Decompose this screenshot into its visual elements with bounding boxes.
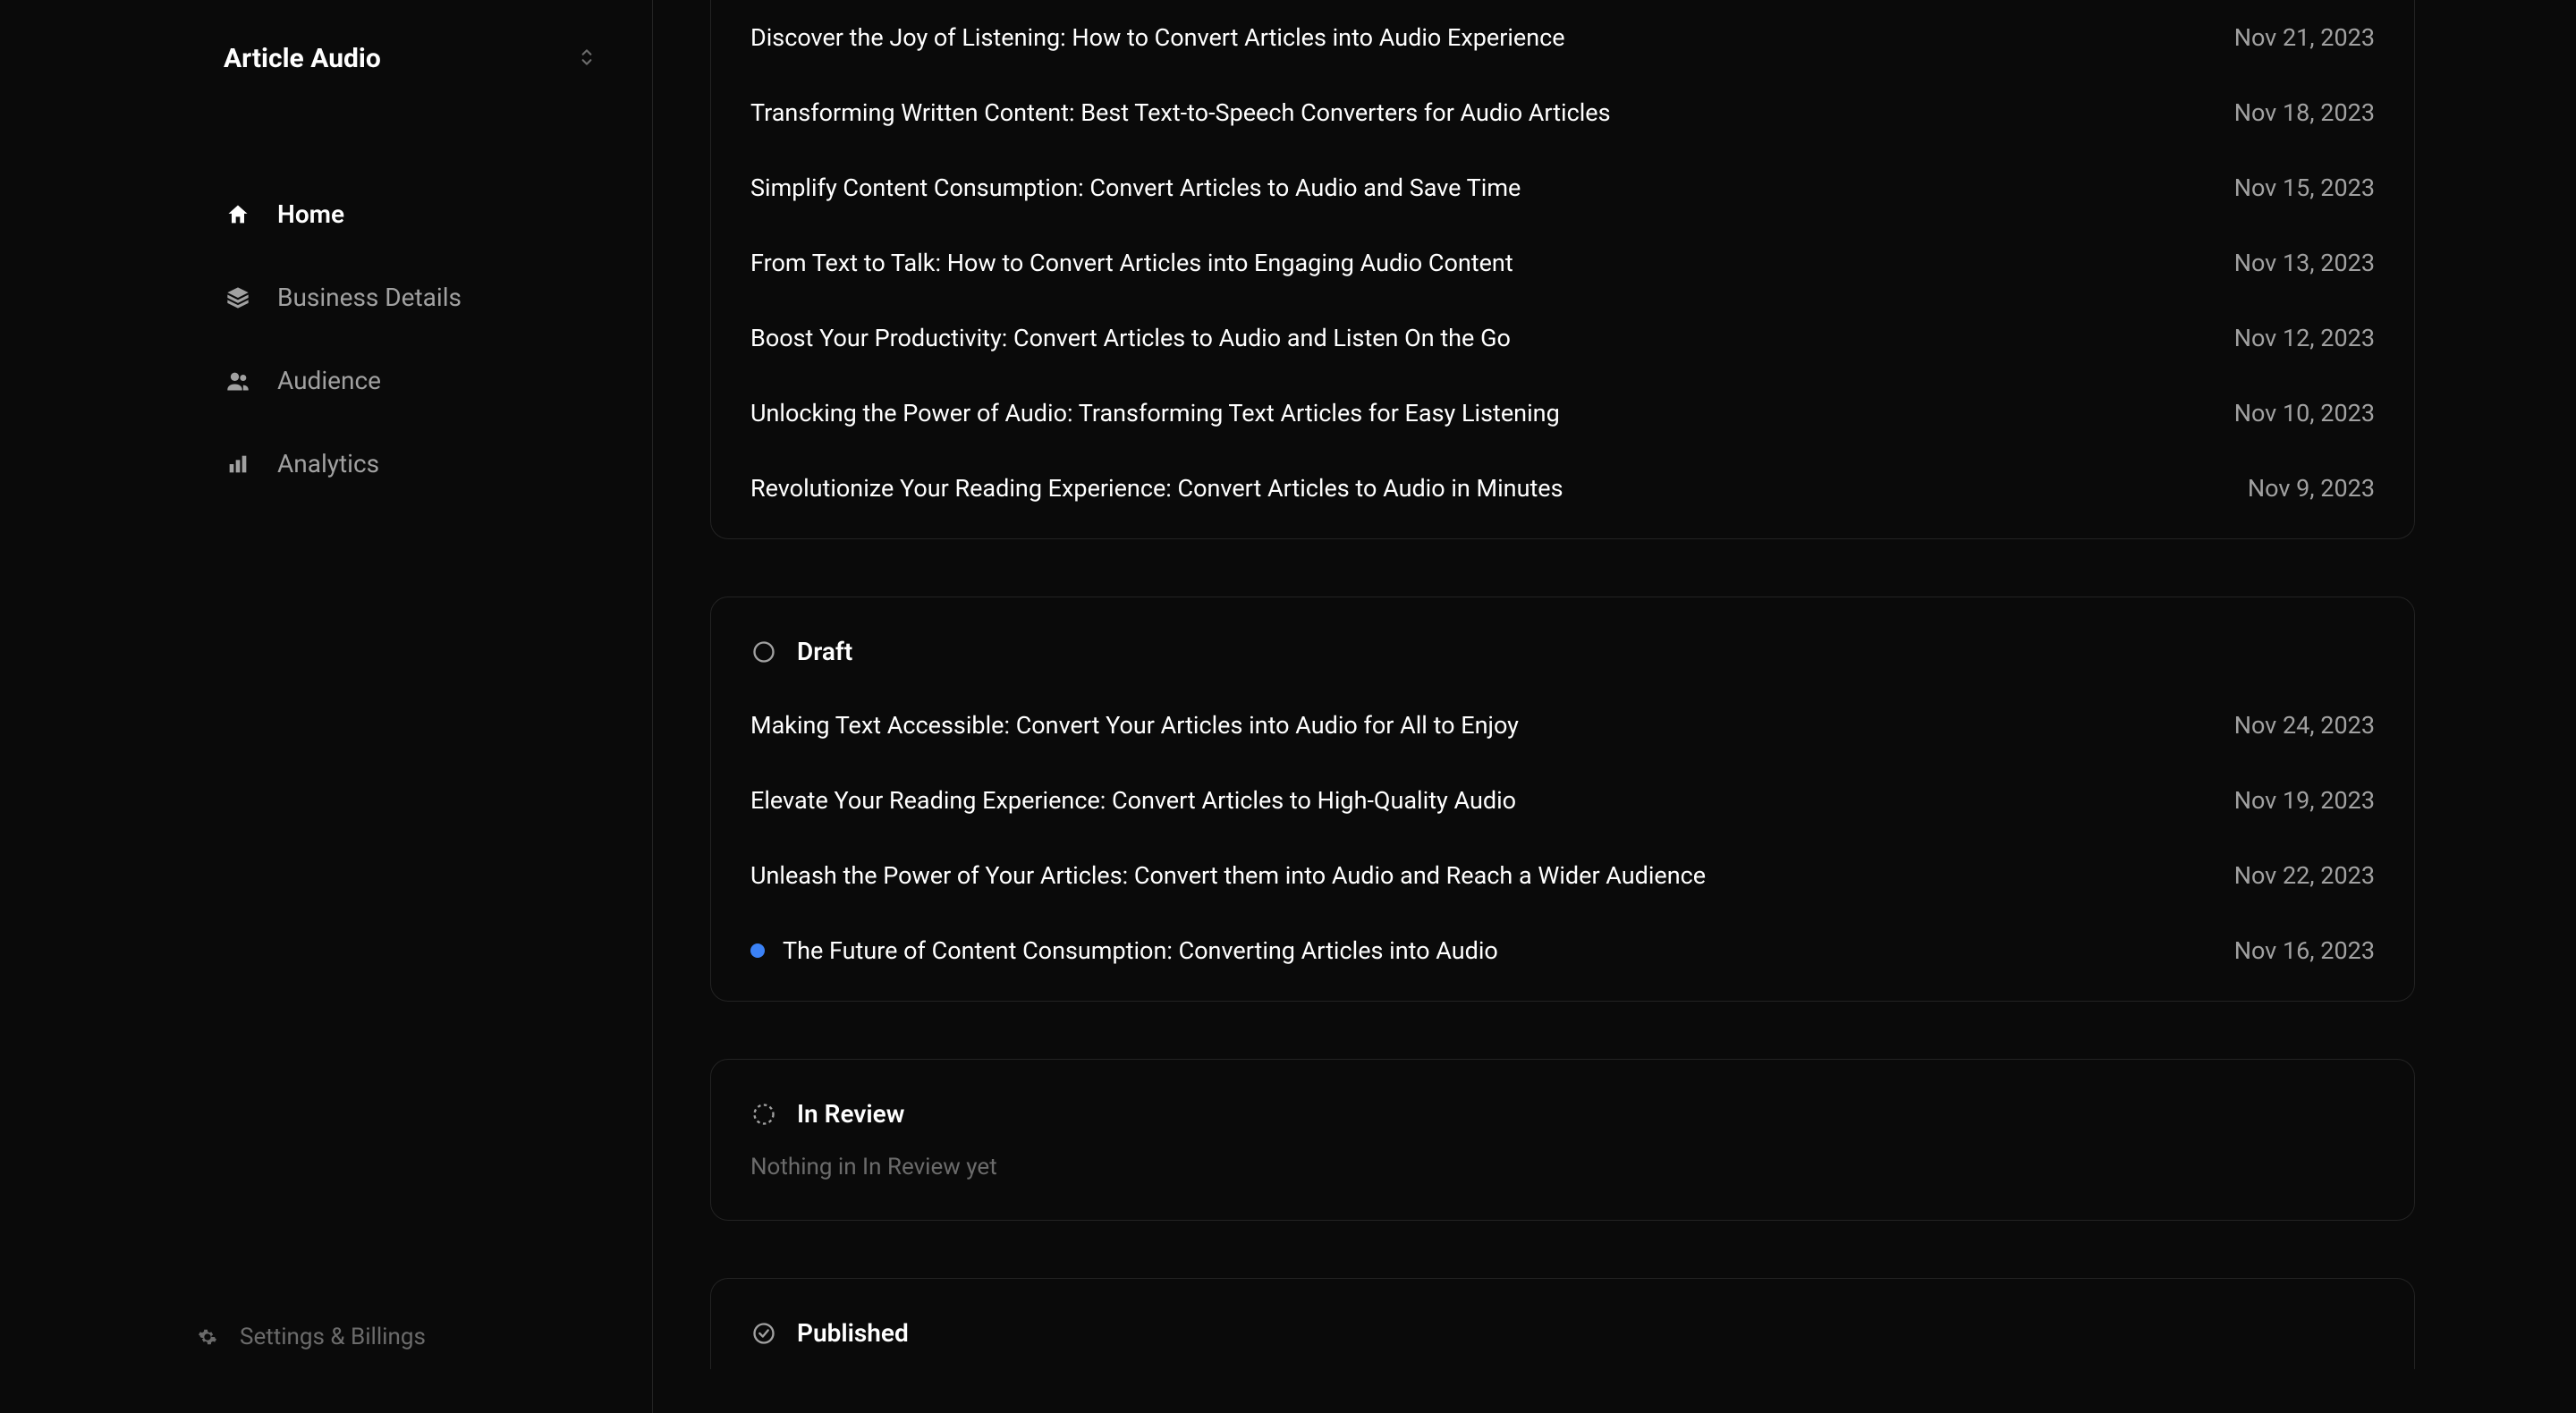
- article-date: Nov 13, 2023: [2234, 249, 2375, 277]
- main-content: Discover the Joy of Listening: How to Co…: [653, 0, 2576, 1413]
- sidebar-nav: Home Business Details Audience Analytics: [0, 173, 652, 1297]
- sort-icon[interactable]: [575, 46, 598, 72]
- article-title: The Future of Content Consumption: Conve…: [750, 936, 1498, 965]
- sidebar-item-analytics[interactable]: Analytics: [0, 422, 652, 505]
- article-date: Nov 10, 2023: [2234, 399, 2375, 427]
- list-item[interactable]: Unlocking the Power of Audio: Transformi…: [711, 376, 2414, 451]
- sidebar-item-business-details[interactable]: Business Details: [0, 256, 652, 339]
- home-icon: [224, 200, 252, 229]
- article-title: Unlocking the Power of Audio: Transformi…: [750, 399, 1560, 427]
- article-title: Simplify Content Consumption: Convert Ar…: [750, 173, 1521, 202]
- app-root: Article Audio Home Business Details: [0, 0, 2576, 1413]
- list-item[interactable]: Elevate Your Reading Experience: Convert…: [711, 763, 2414, 838]
- article-title: Boost Your Productivity: Convert Article…: [750, 324, 1511, 352]
- dashed-circle-icon: [750, 1101, 777, 1128]
- article-title: Transforming Written Content: Best Text-…: [750, 98, 1611, 127]
- article-date: Nov 12, 2023: [2234, 324, 2375, 352]
- in-review-section-header: In Review: [711, 1060, 2414, 1150]
- settings-billings-link[interactable]: Settings & Billings: [0, 1297, 652, 1377]
- status-dot-icon: [750, 943, 765, 958]
- in-review-empty-text: Nothing in In Review yet: [711, 1150, 2414, 1220]
- section-title: In Review: [797, 1099, 904, 1129]
- app-title: Article Audio: [224, 43, 381, 74]
- published-section: Published: [710, 1278, 2415, 1369]
- article-date: Nov 18, 2023: [2234, 98, 2375, 127]
- article-title: Elevate Your Reading Experience: Convert…: [750, 786, 1516, 815]
- sidebar: Article Audio Home Business Details: [0, 0, 653, 1413]
- sidebar-item-label: Analytics: [277, 449, 379, 478]
- list-item[interactable]: Boost Your Productivity: Convert Article…: [711, 300, 2414, 376]
- list-item[interactable]: Simplify Content Consumption: Convert Ar…: [711, 150, 2414, 225]
- circle-icon: [750, 639, 777, 665]
- list-item[interactable]: The Future of Content Consumption: Conve…: [711, 913, 2414, 1001]
- layers-icon: [224, 283, 252, 312]
- draft-section-header: Draft: [711, 597, 2414, 688]
- sidebar-item-label: Business Details: [277, 283, 462, 312]
- list-item[interactable]: Making Text Accessible: Convert Your Art…: [711, 688, 2414, 763]
- article-date: Nov 9, 2023: [2248, 474, 2375, 503]
- published-section-header: Published: [711, 1279, 2414, 1369]
- users-icon: [224, 367, 252, 395]
- article-title: Unleash the Power of Your Articles: Conv…: [750, 861, 1706, 890]
- settings-billings-label: Settings & Billings: [240, 1324, 426, 1350]
- sidebar-header: Article Audio: [0, 43, 652, 74]
- sidebar-item-label: Home: [277, 199, 344, 229]
- list-item[interactable]: Discover the Joy of Listening: How to Co…: [711, 0, 2414, 75]
- check-circle-icon: [750, 1320, 777, 1347]
- article-list-section: Discover the Joy of Listening: How to Co…: [710, 0, 2415, 539]
- article-date: Nov 16, 2023: [2234, 936, 2375, 965]
- list-item[interactable]: Unleash the Power of Your Articles: Conv…: [711, 838, 2414, 913]
- article-title-text: The Future of Content Consumption: Conve…: [783, 936, 1498, 965]
- article-date: Nov 21, 2023: [2234, 23, 2375, 52]
- article-title: Revolutionize Your Reading Experience: C…: [750, 474, 1563, 503]
- article-date: Nov 22, 2023: [2234, 861, 2375, 890]
- sidebar-item-label: Audience: [277, 366, 381, 395]
- sidebar-item-home[interactable]: Home: [0, 173, 652, 256]
- list-item[interactable]: From Text to Talk: How to Convert Articl…: [711, 225, 2414, 300]
- sidebar-item-audience[interactable]: Audience: [0, 339, 652, 422]
- chart-icon: [224, 450, 252, 478]
- section-title: Draft: [797, 637, 852, 666]
- article-date: Nov 24, 2023: [2234, 711, 2375, 740]
- section-title: Published: [797, 1318, 909, 1348]
- article-title: From Text to Talk: How to Convert Articl…: [750, 249, 1513, 277]
- gear-icon: [197, 1326, 218, 1348]
- list-item[interactable]: Transforming Written Content: Best Text-…: [711, 75, 2414, 150]
- article-date: Nov 15, 2023: [2234, 173, 2375, 202]
- list-item[interactable]: Revolutionize Your Reading Experience: C…: [711, 451, 2414, 538]
- article-title: Making Text Accessible: Convert Your Art…: [750, 711, 1519, 740]
- in-review-section: In Review Nothing in In Review yet: [710, 1059, 2415, 1221]
- draft-section: Draft Making Text Accessible: Convert Yo…: [710, 597, 2415, 1002]
- article-title: Discover the Joy of Listening: How to Co…: [750, 23, 1565, 52]
- article-date: Nov 19, 2023: [2234, 786, 2375, 815]
